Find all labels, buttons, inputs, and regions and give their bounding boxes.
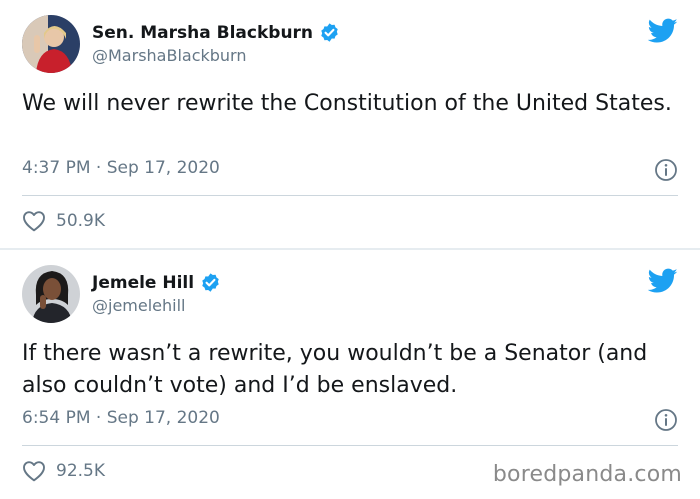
tweet-text: If there wasn’t a rewrite, you wouldn’t … [22,341,648,398]
tweet-timestamp[interactable]: 6:54 PM · Sep 17, 2020 [22,408,220,428]
like-action[interactable]: 50.9K [22,210,105,232]
info-icon[interactable] [654,408,678,432]
heart-icon[interactable] [22,460,46,482]
twitter-bird-icon[interactable] [648,18,678,44]
tweet-divider [22,195,678,196]
verified-badge-icon [321,23,338,42]
tweet-card-blackburn[interactable]: Sen. Marsha Blackburn @MarshaBlackburn W… [0,0,700,248]
info-icon[interactable] [654,158,678,182]
display-name[interactable]: Jemele Hill [92,273,194,293]
like-action[interactable]: 92.5K [22,460,105,482]
tweet-timestamp[interactable]: 4:37 PM · Sep 17, 2020 [22,158,220,178]
avatar-blackburn[interactable] [22,15,80,73]
tweet-divider [22,445,678,446]
user-handle[interactable]: @jemelehill [92,296,185,315]
like-count: 50.9K [56,211,105,231]
heart-icon[interactable] [22,210,46,232]
like-count: 92.5K [56,461,105,481]
watermark: boredpanda.com [492,462,682,487]
display-name[interactable]: Sen. Marsha Blackburn [92,23,313,43]
verified-badge-icon [202,273,219,292]
tweet-text: We will never rewrite the Constitution o… [22,91,672,116]
user-handle[interactable]: @MarshaBlackburn [92,46,247,65]
twitter-bird-icon[interactable] [648,268,678,294]
tweet-card-hill[interactable]: Jemele Hill @jemelehill If there wasn’t … [0,250,700,499]
avatar-hill[interactable] [22,265,80,323]
